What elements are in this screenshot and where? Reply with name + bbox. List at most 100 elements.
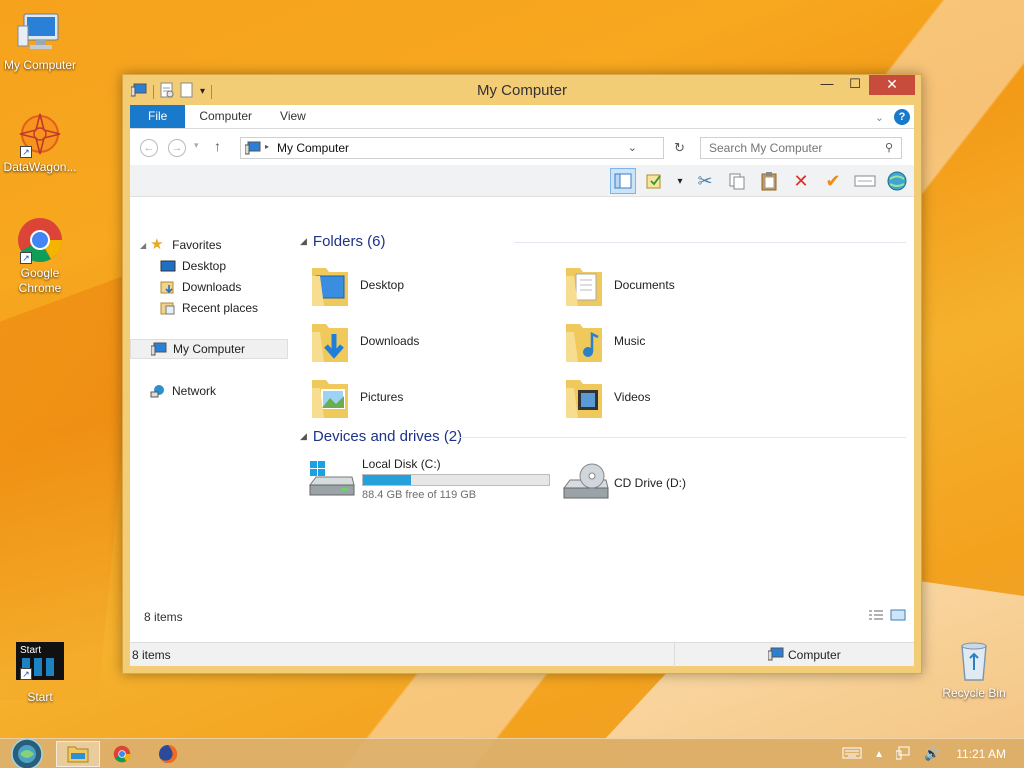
nav-favorites-label: Favorites	[172, 238, 222, 252]
star-icon: ★	[150, 236, 164, 253]
paste-icon[interactable]	[756, 168, 782, 194]
up-arrow-icon[interactable]: ↑	[214, 138, 221, 154]
properties-button[interactable]	[852, 168, 878, 194]
nav-item-label: Downloads	[182, 280, 242, 294]
ribbon-right: ⌄ ?	[875, 109, 910, 125]
nav-item-downloads[interactable]: Downloads	[160, 277, 241, 297]
address-bar[interactable]: ▸ My Computer ⌄ ↻	[240, 137, 685, 159]
tray-expand-icon[interactable]: ▲	[874, 749, 884, 760]
network-icon	[150, 384, 166, 398]
forward-button[interactable]: →	[168, 139, 186, 157]
desktop-icon-label: Recycle Bin	[942, 686, 1006, 700]
drive-label: CD Drive (D:)	[614, 476, 686, 490]
back-button[interactable]: ←	[140, 139, 158, 157]
folder-desktop[interactable]: Desktop	[300, 259, 540, 311]
preview-pane-button[interactable]	[610, 168, 636, 194]
toolbar-icons: ▾ ✂ ✕ ✔	[610, 168, 910, 194]
keyboard-icon[interactable]	[842, 747, 862, 762]
devices-group-label: Devices and drives (2)	[312, 428, 463, 445]
copy-icon[interactable]	[724, 168, 750, 194]
select-all-button[interactable]	[642, 168, 668, 194]
drive-local-disk-c[interactable]: Local Disk (C:) 88.4 GB free of 119 GB	[308, 457, 550, 509]
computer-small-icon	[244, 141, 261, 158]
cut-icon[interactable]: ✂	[692, 168, 718, 194]
desktop-icon-datawagon[interactable]: ↗ DataWagon...	[0, 110, 80, 175]
nav-item-label: Recent places	[182, 301, 259, 315]
computer-small-icon	[767, 647, 784, 664]
folders-group-header[interactable]: ◢ Folders (6)	[300, 233, 385, 250]
toolbar-dropdown-icon[interactable]: ▾	[674, 168, 686, 194]
window-client: File Computer View ⌄ ? ← → ▾ ↑ ▸ My Comp…	[130, 105, 914, 667]
taskbar-chrome[interactable]	[100, 741, 144, 767]
disk-usage-bar	[362, 474, 550, 486]
folder-videos[interactable]: Videos	[554, 371, 794, 423]
command-toolbar: ▾ ✂ ✕ ✔	[130, 165, 914, 197]
taskbar-clock[interactable]: 11:21 AM	[956, 747, 1006, 761]
music-folder-icon	[564, 318, 604, 364]
start-button[interactable]	[8, 738, 46, 768]
folders-group-label: Folders (6)	[312, 233, 386, 250]
folder-downloads[interactable]: Downloads	[300, 315, 540, 367]
start-tile-text: Start	[20, 645, 42, 656]
title-bar[interactable]: ▾ My Computer — ☐ ✕	[123, 75, 921, 105]
search-icon[interactable]: ⚲	[885, 141, 893, 154]
rename-check-icon[interactable]: ✔	[820, 168, 846, 194]
breadcrumb-chevron-icon[interactable]: ▸	[265, 142, 269, 151]
taskbar-file-explorer[interactable]	[56, 741, 100, 767]
collapse-triangle-icon: ◢	[300, 236, 307, 246]
desktop-icon-label: DataWagon...	[3, 160, 77, 174]
shortcut-arrow-icon: ↗	[20, 252, 32, 264]
desktop-icon-recycle-bin[interactable]: Recycle Bin	[934, 636, 1014, 701]
wallpaper-shade	[0, 270, 140, 700]
folder-music[interactable]: Music	[554, 315, 794, 367]
network-status-icon[interactable]	[895, 746, 912, 763]
large-icons-view-icon[interactable]	[890, 609, 906, 624]
volume-icon[interactable]: 🔊	[924, 746, 940, 762]
minimize-button[interactable]: —	[813, 75, 841, 95]
computer-icon	[16, 8, 64, 56]
desktop-icon-start[interactable]: Start ↗ Start	[0, 642, 80, 705]
ribbon-tabs: File Computer View ⌄ ?	[130, 105, 914, 129]
recent-locations-icon[interactable]: ▾	[194, 140, 199, 151]
recycle-bin-icon	[950, 636, 998, 684]
tab-file[interactable]: File	[130, 105, 186, 128]
taskbar: ▲ 🔊 11:21 AM	[0, 738, 1024, 768]
help-icon[interactable]: ?	[894, 109, 910, 125]
refresh-icon[interactable]: ↻	[674, 140, 685, 156]
desktop-icon-google-chrome[interactable]: ↗ Google Chrome	[0, 216, 80, 296]
tab-computer[interactable]: Computer	[185, 105, 266, 128]
tab-view[interactable]: View	[266, 105, 320, 128]
address-row: ← → ▾ ↑ ▸ My Computer ⌄ ↻ ⚲	[130, 129, 914, 165]
maximize-button[interactable]: ☐	[841, 75, 869, 95]
disk-free-text: 88.4 GB free of 119 GB	[362, 489, 477, 501]
address-path: My Computer	[277, 141, 350, 155]
drive-cd-d[interactable]: CD Drive (D:)	[562, 457, 686, 509]
chrome-icon: ↗	[16, 216, 64, 264]
details-view-icon[interactable]	[868, 609, 884, 624]
close-button[interactable]: ✕	[869, 75, 915, 95]
computer-small-icon	[150, 342, 167, 356]
taskbar-firefox[interactable]	[146, 741, 190, 767]
desktop-icon-my-computer[interactable]: My Computer	[0, 8, 80, 73]
pictures-folder-icon	[310, 374, 350, 420]
devices-group-header[interactable]: ◢ Devices and drives (2)	[300, 428, 462, 445]
window-title: My Computer	[476, 82, 568, 99]
expand-ribbon-icon[interactable]: ⌄	[875, 111, 884, 124]
delete-icon[interactable]: ✕	[788, 168, 814, 194]
folder-label: Documents	[614, 278, 675, 292]
cd-drive-icon	[562, 460, 610, 506]
nav-my-computer[interactable]: My Computer	[130, 339, 288, 359]
collapse-triangle-icon[interactable]: ◢	[140, 241, 146, 250]
nav-network[interactable]: Network	[150, 381, 216, 401]
folder-documents[interactable]: Documents	[554, 259, 794, 311]
explorer-window: ▾ My Computer — ☐ ✕ File Computer View ⌄…	[122, 74, 922, 674]
desktop-icon-label: Start	[27, 690, 53, 704]
search-input[interactable]	[701, 138, 871, 158]
nav-item-recent-places[interactable]: Recent places	[160, 298, 258, 318]
nav-favorites[interactable]: ◢ ★ Favorites	[140, 235, 222, 255]
folder-pictures[interactable]: Pictures	[300, 371, 540, 423]
drive-label: Local Disk (C:)	[362, 457, 441, 471]
nav-item-desktop[interactable]: Desktop	[160, 256, 226, 276]
address-dropdown-icon[interactable]: ⌄	[628, 141, 637, 154]
network-globe-icon[interactable]	[884, 168, 910, 194]
